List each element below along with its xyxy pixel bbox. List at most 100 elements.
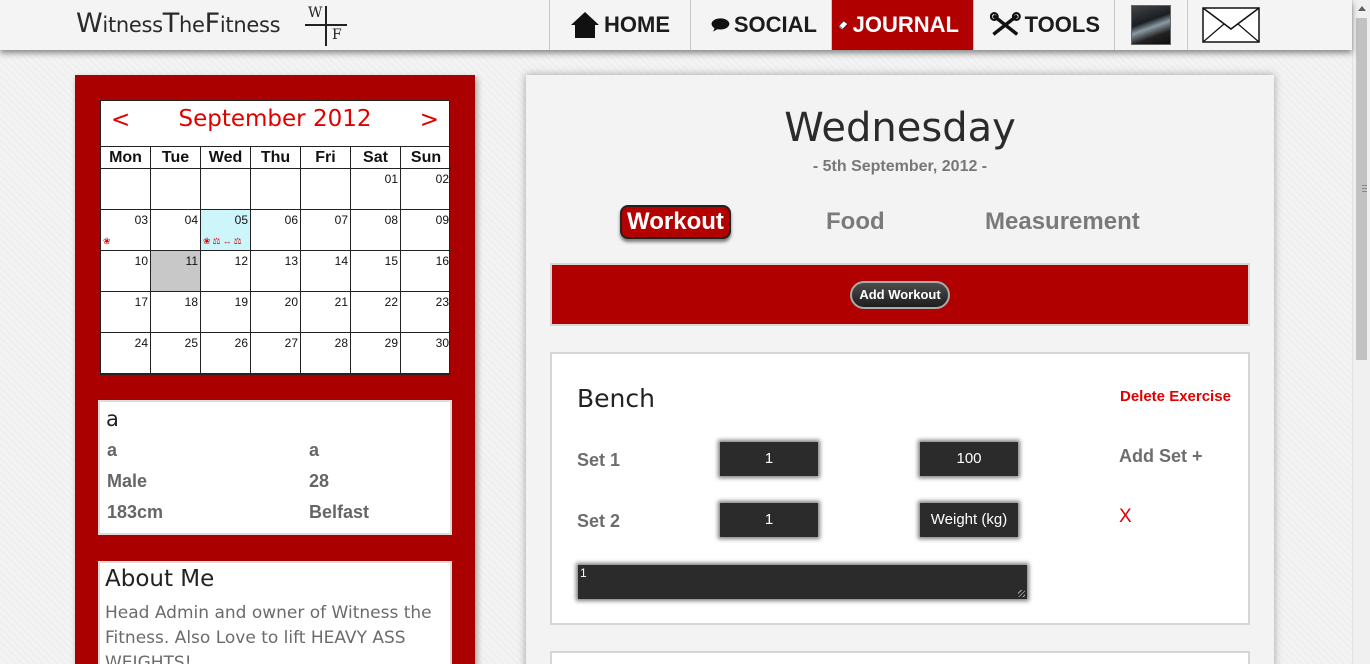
speech-bubble-icon [711, 18, 730, 32]
calendar-day[interactable]: 23 [401, 292, 451, 333]
home-icon [571, 12, 599, 38]
profile-name: a [106, 407, 119, 431]
add-workout-bar: Add Workout [550, 263, 1250, 326]
tools-icon [990, 12, 1021, 36]
calendar-day[interactable]: 19 [201, 292, 251, 333]
calendar-day-number: 25 [184, 336, 198, 350]
calendar-day[interactable]: 16 [401, 251, 451, 292]
calendar-day[interactable]: 27 [251, 333, 301, 374]
page-scrollbar[interactable] [1352, 0, 1370, 664]
weekday-header: Wed [201, 147, 251, 169]
logo-mark: W F [305, 5, 347, 46]
profile-height: 183cm [107, 502, 164, 522]
site-logo[interactable]: WitnessTheFitness [76, 8, 281, 39]
calendar-day[interactable]: 01 [351, 169, 401, 210]
calendar-day[interactable]: 05 ❀ ⚖ ↔ ⚖ [201, 210, 251, 251]
calendar-day-number: 28 [334, 336, 348, 350]
calendar-grid: Mon Tue Wed Thu Fri Sat Sun 01 02 03 ❀ 04 05 ❀… [101, 147, 451, 374]
calendar-day[interactable]: 12 [201, 251, 251, 292]
scrollbar-thumb[interactable] [1356, 18, 1367, 360]
weekday-header: Sun [401, 147, 451, 169]
set-weight-input[interactable]: Weight (kg) [920, 503, 1018, 537]
nav-journal[interactable]: JOURNAL [831, 0, 973, 50]
scale-icon: ⚖ [233, 236, 242, 246]
calendar-day[interactable]: 14 [301, 251, 351, 292]
profile-location: Belfast [309, 502, 370, 522]
calendar-day[interactable]: 11 [151, 251, 201, 292]
add-workout-button[interactable]: Add Workout [850, 281, 950, 309]
calendar-day[interactable]: 13 [251, 251, 301, 292]
journal-panel: Wednesday - 5th September, 2012 - Workou… [526, 75, 1274, 664]
calendar-day[interactable]: 15 [351, 251, 401, 292]
profile-field: a [309, 440, 320, 460]
nav-social[interactable]: SOCIAL [690, 0, 831, 50]
calendar-day[interactable]: 28 [301, 333, 351, 374]
calendar-day[interactable]: 03 ❀ [101, 210, 151, 251]
calendar-day[interactable]: 06 [251, 210, 301, 251]
calendar-day[interactable]: 29 [351, 333, 401, 374]
calendar-day[interactable]: 04 [151, 210, 201, 251]
nav-messages[interactable] [1187, 0, 1275, 50]
calendar-empty-cell [301, 169, 351, 210]
calendar-day-number: 22 [384, 295, 398, 309]
nav-profile-avatar[interactable] [1114, 0, 1187, 50]
calendar-next-button[interactable]: > [420, 107, 439, 133]
calendar-day-number: 12 [234, 254, 248, 268]
calendar-day[interactable]: 08 [351, 210, 401, 251]
weekday-header: Tue [151, 147, 201, 169]
calendar-day[interactable]: 22 [351, 292, 401, 333]
day-date: - 5th September, 2012 - [812, 158, 988, 175]
calendar-empty-cell [201, 169, 251, 210]
calendar-day[interactable]: 07 [301, 210, 351, 251]
set-label: Set 2 [577, 511, 621, 531]
scale-icon: ⚖ [212, 236, 221, 246]
calendar-day-number: 13 [284, 254, 298, 268]
tab-food[interactable]: Food [826, 208, 885, 236]
calendar-day[interactable]: 02 [401, 169, 451, 210]
calendar-day[interactable]: 09 [401, 210, 451, 251]
calendar-day-number: 19 [234, 295, 248, 309]
calendar-day[interactable]: 18 [151, 292, 201, 333]
tab-workout[interactable]: Workout [620, 205, 731, 239]
calendar-day-number: 06 [284, 213, 298, 227]
nav-tools-label: TOOLS [1024, 12, 1100, 37]
set-weight-input[interactable]: 100 [920, 442, 1018, 476]
calendar-empty-cell [151, 169, 201, 210]
calendar-day[interactable]: 17 [101, 292, 151, 333]
about-me-title: About Me [105, 566, 215, 592]
resize-handle-icon[interactable] [1018, 590, 1025, 597]
remove-set-button[interactable]: X [1119, 506, 1132, 528]
calendar-day[interactable]: 24 [101, 333, 151, 374]
calendar-day-number: 03 [134, 213, 148, 227]
food-icon: ❀ [103, 236, 111, 246]
tab-measurement[interactable]: Measurement [985, 208, 1140, 236]
calendar-day[interactable]: 26 [201, 333, 251, 374]
calendar-empty-cell [101, 169, 151, 210]
set-reps-input[interactable]: 1 [720, 503, 818, 537]
main-nav: HOME SOCIAL JOURNAL TOOLS [549, 0, 1275, 50]
delete-exercise-link[interactable]: Delete Exercise [1120, 388, 1231, 405]
scroll-up-arrow-icon[interactable] [1358, 6, 1366, 11]
top-bar: WitnessTheFitness W F HOME SOCIAL JOURNA… [0, 0, 1352, 50]
calendar-day[interactable]: 30 [401, 333, 451, 374]
calendar-day-number: 05 [234, 213, 248, 227]
calendar-day-number: 08 [384, 213, 398, 227]
calendar-day-number: 18 [184, 295, 198, 309]
calendar-month-title: September 2012 [178, 106, 372, 132]
add-set-link[interactable]: Add Set + [1119, 446, 1203, 467]
set-reps-input[interactable]: 1 [720, 442, 818, 476]
nav-tools[interactable]: TOOLS [973, 0, 1114, 50]
journal-icon [838, 20, 848, 31]
calendar-day[interactable]: 25 [151, 333, 201, 374]
calendar-day-number: 02 [435, 172, 449, 186]
calendar-day[interactable]: 10 [101, 251, 151, 292]
avatar [1131, 5, 1171, 45]
calendar-day-number: 04 [184, 213, 198, 227]
weekday-header: Sat [351, 147, 401, 169]
calendar-day[interactable]: 21 [301, 292, 351, 333]
nav-home[interactable]: HOME [549, 0, 690, 50]
calendar-day-number: 23 [435, 295, 449, 309]
calendar-day[interactable]: 20 [251, 292, 301, 333]
exercise-notes-textarea[interactable]: 1 [578, 565, 1027, 599]
calendar-day-entries: ❀ ⚖ ↔ ⚖ [203, 237, 242, 246]
